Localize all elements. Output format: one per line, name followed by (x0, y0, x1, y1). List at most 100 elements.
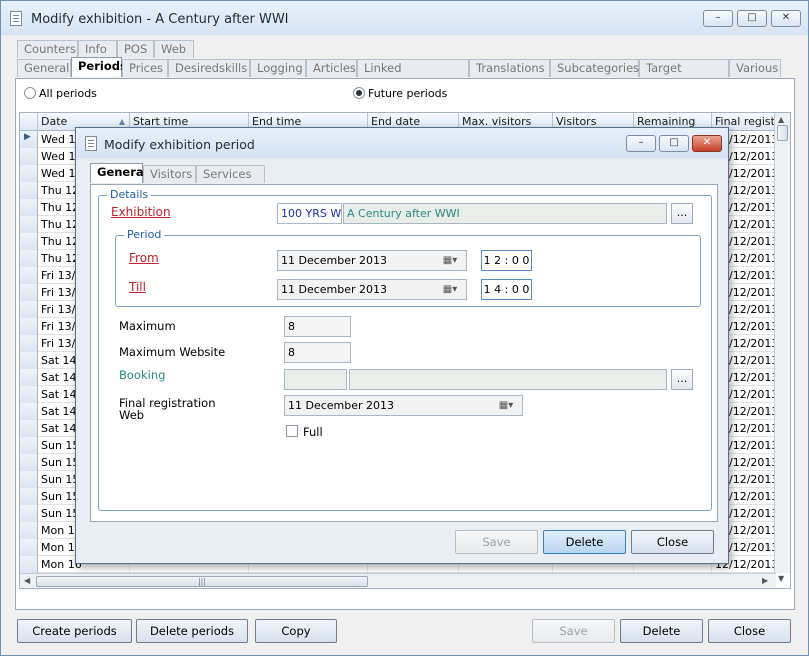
booking-code-field[interactable] (284, 369, 347, 390)
row-selector[interactable] (20, 420, 38, 437)
radio-future-periods[interactable]: Future periods (353, 87, 447, 100)
row-selector[interactable] (20, 488, 38, 505)
row-selector[interactable] (20, 267, 38, 284)
final-registration-date-picker[interactable]: 11 December 2013 ▦▾ (284, 395, 523, 416)
row-selector[interactable] (20, 369, 38, 386)
tab-periods[interactable]: Periods (71, 57, 127, 77)
dialog-tab-visitors[interactable]: Visitors (143, 165, 196, 183)
tab-articles[interactable]: Articles (306, 59, 357, 77)
scroll-left-icon[interactable]: ◀ (24, 576, 30, 585)
row-selector[interactable] (20, 505, 38, 522)
dialog-document-icon (85, 136, 97, 151)
row-selector[interactable] (20, 403, 38, 420)
row-selector-current[interactable]: ▶ (20, 131, 38, 148)
save-button[interactable]: Save (532, 619, 615, 643)
dialog-tab-general[interactable]: General (90, 163, 148, 183)
row-selector[interactable] (20, 556, 38, 573)
dialog-close-button[interactable]: ✕ (692, 135, 722, 152)
scroll-thumb[interactable] (777, 125, 788, 141)
tab-pos[interactable]: POS (117, 40, 154, 58)
row-selector[interactable] (20, 386, 38, 403)
row-selector[interactable] (20, 522, 38, 539)
full-checkbox[interactable] (286, 425, 298, 437)
tab-various[interactable]: Various (729, 59, 781, 77)
row-selector[interactable] (20, 165, 38, 182)
from-date-picker[interactable]: 11 December 2013 ▦▾ (277, 250, 467, 271)
row-selector[interactable] (20, 335, 38, 352)
row-selector[interactable] (20, 437, 38, 454)
delete-periods-button[interactable]: Delete periods (136, 619, 248, 643)
row-selector[interactable] (20, 182, 38, 199)
tab-target-groups[interactable]: Target groups (639, 59, 729, 92)
exhibition-code-field[interactable]: 100 YRS W (277, 203, 342, 224)
dialog-maximize-button[interactable]: □ (659, 135, 689, 152)
tab-info[interactable]: Info (78, 40, 117, 58)
exhibition-lookup-button[interactable]: ... (671, 203, 693, 224)
dialog-close-button-bottom[interactable]: Close (631, 530, 714, 554)
scroll-down-icon[interactable]: ▼ (778, 574, 784, 583)
tab-linked-exhibitions[interactable]: Linked exhibitions (357, 59, 469, 92)
row-selector[interactable] (20, 148, 38, 165)
copy-button[interactable]: Copy (255, 619, 337, 643)
tab-subcategories[interactable]: Subcategories (550, 59, 639, 77)
radio-all-periods[interactable]: All periods (24, 87, 97, 100)
calendar-dropdown-icon[interactable]: ▦▾ (492, 397, 520, 414)
full-label: Full (303, 425, 323, 439)
title-bar[interactable]: Modify exhibition - A Century after WWI … (1, 1, 808, 35)
row-selector[interactable] (20, 318, 38, 335)
row-selector[interactable] (20, 471, 38, 488)
row-selector[interactable] (20, 216, 38, 233)
create-periods-button[interactable]: Create periods (17, 619, 132, 643)
row-selector[interactable] (20, 233, 38, 250)
dialog-minimize-button[interactable]: – (626, 135, 656, 152)
scroll-right-icon[interactable]: ▶ (762, 576, 768, 585)
dialog-delete-button[interactable]: Delete (543, 530, 626, 554)
booking-name-field[interactable] (349, 369, 667, 390)
delete-button[interactable]: Delete (620, 619, 703, 643)
tab-general[interactable]: General (17, 59, 71, 77)
maximize-button[interactable]: □ (737, 10, 767, 27)
tab-translations[interactable]: Translations (469, 59, 550, 77)
maximum-website-field[interactable]: 8 (284, 342, 351, 363)
grid-vertical-scrollbar[interactable]: ▲ ▼ (774, 113, 790, 583)
grid-horizontal-scrollbar[interactable]: ◀ ||| ▶ (20, 573, 776, 588)
from-label: From (129, 251, 159, 265)
scroll-up-icon[interactable]: ▲ (778, 115, 784, 124)
dialog-general-panel: Details Exhibition 100 YRS W A Century a… (90, 184, 718, 522)
from-time-field[interactable]: 1 2 : 0 0 (481, 250, 532, 271)
scroll-h-thumb[interactable]: ||| (36, 576, 368, 587)
grid-corner (20, 113, 38, 131)
calendar-dropdown-icon[interactable]: ▦▾ (436, 252, 464, 269)
radio-future-periods-control[interactable] (353, 87, 365, 99)
maximum-field[interactable]: 8 (284, 316, 351, 337)
close-button[interactable]: Close (708, 619, 791, 643)
radio-future-periods-label: Future periods (368, 87, 448, 100)
calendar-dropdown-icon[interactable]: ▦▾ (436, 281, 464, 298)
radio-all-periods-control[interactable] (24, 87, 36, 99)
row-selector[interactable] (20, 284, 38, 301)
row-selector[interactable] (20, 199, 38, 216)
row-selector[interactable] (20, 250, 38, 267)
exhibition-name-field[interactable]: A Century after WWI (343, 203, 667, 224)
dialog-title-bar[interactable]: Modify exhibition period – □ ✕ (76, 128, 728, 158)
booking-lookup-button[interactable]: ... (671, 369, 693, 390)
details-group-title: Details (107, 188, 152, 201)
tab-prices[interactable]: Prices (122, 59, 168, 77)
row-selector[interactable] (20, 352, 38, 369)
modify-period-dialog: Modify exhibition period – □ ✕ General V… (75, 127, 729, 564)
row-selector[interactable] (20, 301, 38, 318)
tab-counters[interactable]: Counters (17, 40, 78, 58)
tab-web[interactable]: Web (154, 40, 194, 58)
row-selector[interactable] (20, 539, 38, 556)
till-time-field[interactable]: 1 4 : 0 0 (481, 279, 532, 300)
tab-logging[interactable]: Logging (250, 59, 306, 77)
till-date-picker[interactable]: 11 December 2013 ▦▾ (277, 279, 467, 300)
tab-desiredskills[interactable]: Desiredskills (168, 59, 250, 77)
maximum-label: Maximum (119, 319, 176, 333)
close-window-button[interactable]: ✕ (771, 10, 801, 27)
row-selector[interactable] (20, 454, 38, 471)
dialog-save-button[interactable]: Save (455, 530, 538, 554)
radio-all-periods-label: All periods (39, 87, 97, 100)
dialog-tab-services[interactable]: Services (196, 165, 265, 183)
minimize-button[interactable]: – (703, 10, 733, 27)
